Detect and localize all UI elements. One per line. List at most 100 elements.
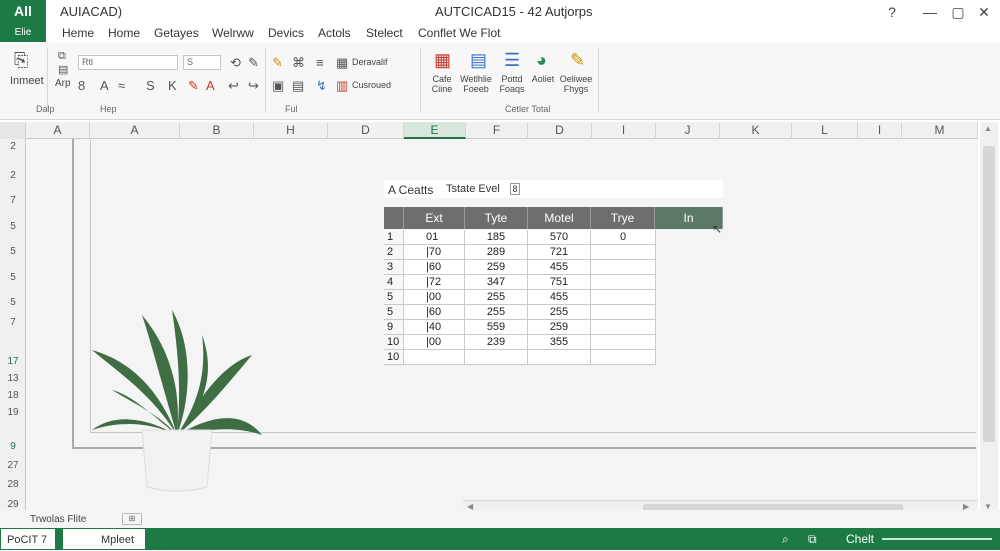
column-header[interactable]: H (254, 122, 328, 139)
row-number-cell[interactable]: 5 (384, 290, 404, 305)
strike-icon[interactable]: ≈ (118, 78, 125, 93)
page-view-icon[interactable]: ⧉ (808, 532, 817, 547)
table-cell[interactable] (591, 245, 656, 260)
table-filter-label[interactable]: Tstate Evel (446, 183, 500, 195)
copy-icon[interactable]: ▤ (58, 63, 68, 76)
insert-icon[interactable]: ⎘ (14, 50, 28, 71)
status-cell-ref[interactable]: PoCIT 7 (0, 528, 56, 550)
row-header[interactable]: 19 (0, 407, 26, 418)
table-cell[interactable]: 559 (465, 320, 528, 335)
row-header-selected[interactable]: 17 (0, 356, 26, 367)
tab-actols[interactable]: Actols (318, 26, 351, 40)
style-icon[interactable]: S (146, 78, 155, 93)
row-number-cell[interactable]: 5 (384, 305, 404, 320)
row-header[interactable]: 28 (0, 479, 26, 490)
row-header[interactable]: 18 (0, 390, 26, 401)
list-icon[interactable]: ☰ (504, 50, 520, 71)
table-header-cell[interactable]: Trye (591, 207, 655, 229)
row-number-cell[interactable]: 2 (384, 245, 404, 260)
align-icon[interactable]: ≡ (316, 55, 324, 70)
row-number-cell[interactable]: 4 (384, 275, 404, 290)
table-cell[interactable]: 255 (528, 305, 591, 320)
tab-welrww[interactable]: Welrww (212, 26, 254, 40)
table-cell[interactable]: 455 (528, 290, 591, 305)
row-number-cell[interactable]: 10 (384, 350, 404, 365)
tab-stelect[interactable]: Stelect (366, 26, 403, 40)
row-header[interactable]: 5 (0, 272, 26, 283)
row-number-cell[interactable]: 3 (384, 260, 404, 275)
format-icon[interactable]: ⌘ (292, 55, 305, 71)
row-header-selected[interactable]: 9 (0, 441, 26, 452)
table-cell[interactable]: 751 (528, 275, 591, 290)
column-header[interactable]: K (720, 122, 792, 139)
clipboard-icon[interactable]: ⧉ (58, 50, 66, 63)
column-header[interactable]: D (328, 122, 404, 139)
chart-small-icon[interactable]: ↯ (316, 78, 327, 94)
table-cell[interactable] (465, 350, 528, 365)
vertical-scrollbar[interactable]: ▲ ▼ (980, 122, 998, 517)
row-number-cell[interactable]: 1 (384, 230, 404, 245)
table-cell[interactable]: |00 (404, 290, 465, 305)
column-header[interactable]: A (90, 122, 180, 139)
column-header[interactable]: A (26, 122, 90, 139)
table-small-icon[interactable]: ▥ (336, 78, 348, 94)
new-sheet-icon[interactable]: ⊞ (122, 513, 142, 525)
minimize-button[interactable]: — (918, 2, 942, 22)
column-header[interactable]: B (180, 122, 254, 139)
table-cell[interactable]: 185 (465, 230, 528, 245)
wrap-icon[interactable]: ▦ (336, 55, 348, 71)
table-cell[interactable] (591, 335, 656, 350)
column-header[interactable]: J (656, 122, 720, 139)
column-header[interactable]: I (592, 122, 656, 139)
row-header[interactable]: 7 (0, 195, 26, 206)
grid-icon[interactable]: ▤ (470, 50, 487, 71)
table-cell[interactable]: 289 (465, 245, 528, 260)
file-tab[interactable]: All Elie (0, 0, 46, 42)
redo-icon[interactable]: ↪ (248, 78, 259, 94)
row-header[interactable]: 7 (0, 317, 26, 328)
bold-icon[interactable]: 8 (78, 78, 85, 93)
table-cell[interactable]: |00 (404, 335, 465, 350)
table-cell[interactable]: 255 (465, 305, 528, 320)
table-cell[interactable]: 347 (465, 275, 528, 290)
highlight-icon[interactable]: ✎ (272, 55, 283, 71)
font-color-icon[interactable]: A (206, 78, 215, 93)
column-header[interactable]: I (858, 122, 902, 139)
table-cell[interactable]: 570 (528, 230, 591, 245)
select-all-corner[interactable] (0, 122, 26, 139)
border-icon[interactable]: ▣ (272, 78, 284, 94)
table-header-cell[interactable]: Ext (404, 207, 465, 229)
merge-icon[interactable]: ▤ (292, 78, 304, 94)
column-header[interactable]: F (466, 122, 528, 139)
table-cell[interactable]: |70 (404, 245, 465, 260)
big-button-1-label[interactable]: Cafe Ciine (426, 74, 458, 94)
maximize-button[interactable]: ▢ (946, 2, 970, 22)
row-header[interactable]: 27 (0, 460, 26, 471)
font-size-box[interactable]: S (183, 55, 221, 70)
row-header[interactable]: 2 (0, 141, 26, 152)
kern-icon[interactable]: K (168, 78, 177, 93)
tab-conflet-we-flot[interactable]: Conflet We Flot (418, 26, 500, 40)
row-number-cell[interactable]: 10 (384, 335, 404, 350)
table-cell[interactable] (528, 350, 591, 365)
table-cell[interactable] (591, 275, 656, 290)
column-header[interactable]: D (528, 122, 592, 139)
layout-item-1[interactable]: Deravalif (352, 57, 388, 67)
column-header-selected[interactable]: E (404, 122, 466, 139)
table-cell[interactable]: 0 (591, 230, 656, 245)
table-cell[interactable] (591, 350, 656, 365)
normal-view-icon[interactable]: ⌕ (782, 532, 789, 547)
big-button-3-label[interactable]: Pottd Foaqs (496, 74, 528, 94)
row-header[interactable]: 5 (0, 297, 26, 308)
tab-home[interactable]: Home (108, 26, 140, 40)
table-cell[interactable]: |60 (404, 305, 465, 320)
table-cell[interactable]: 721 (528, 245, 591, 260)
active-sheet-tab[interactable]: Mpleet (62, 528, 146, 550)
table-icon[interactable]: ▦ (434, 50, 451, 71)
vertical-scroll-thumb[interactable] (983, 146, 995, 442)
filter-toggle[interactable]: 8 (510, 183, 520, 195)
table-header-cell[interactable]: Motel (528, 207, 591, 229)
pie-chart-icon[interactable]: ◕ (536, 50, 547, 71)
table-cell[interactable]: 455 (528, 260, 591, 275)
table-cell[interactable]: |72 (404, 275, 465, 290)
